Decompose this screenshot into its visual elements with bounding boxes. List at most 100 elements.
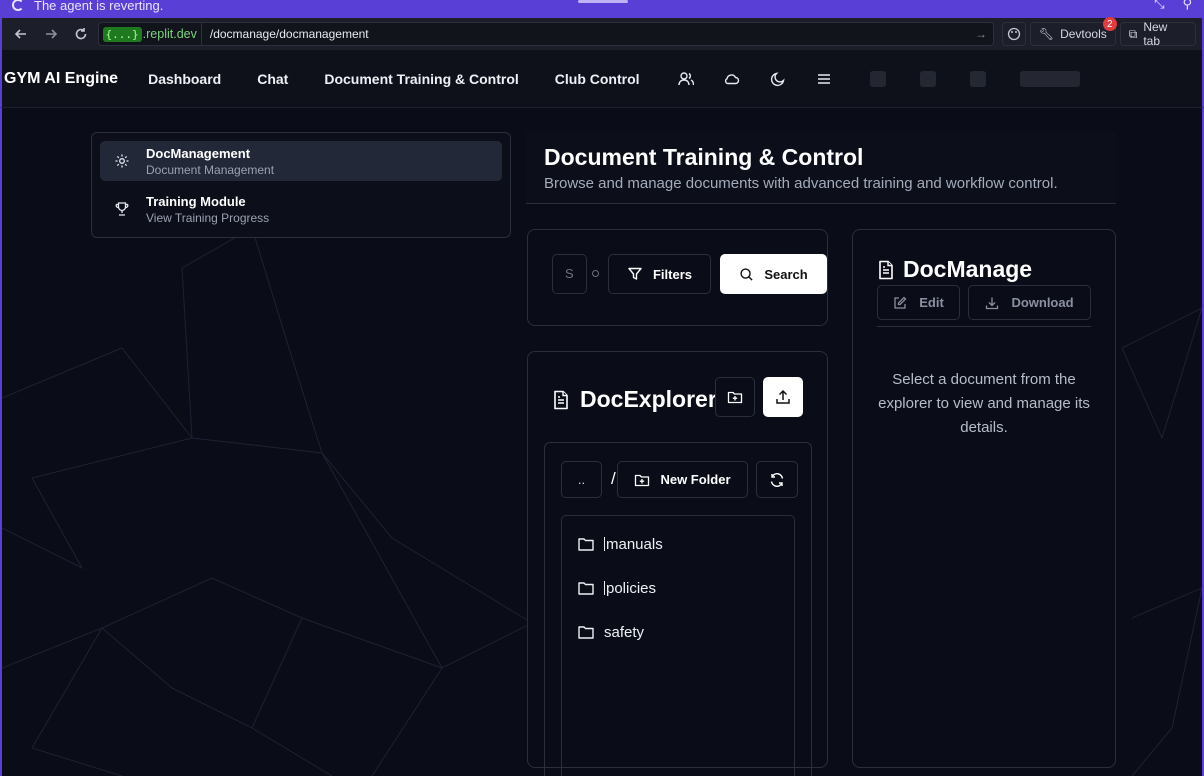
doc-manage-title-text: DocManage (903, 256, 1033, 282)
folder-item-safety[interactable]: safety (562, 610, 794, 654)
url-domain: .replit.dev (142, 27, 197, 41)
url-host: {...} .replit.dev (99, 23, 202, 45)
folder-name: policies (606, 579, 657, 597)
blurred-nav-controls (869, 70, 1080, 87)
file-text-icon (554, 390, 568, 409)
text-cursor (604, 581, 605, 595)
new-tab-label: New tab (1143, 20, 1168, 48)
blurred-icon (869, 70, 886, 87)
nav-dashboard[interactable]: Dashboard (148, 71, 221, 87)
moon-icon[interactable] (768, 69, 788, 89)
filter-icon (628, 267, 642, 280)
arrow-left-icon (14, 29, 26, 39)
nav-document-training[interactable]: Document Training & Control (324, 71, 518, 87)
trophy-icon (114, 201, 130, 217)
collapse-icon[interactable]: ⤡ (1154, 0, 1164, 12)
search-icon (740, 267, 753, 281)
agent-status-text: The agent is reverting. (34, 0, 164, 13)
blurred-pill (1019, 70, 1080, 87)
download-button[interactable]: Download (968, 285, 1091, 320)
download-label: Download (1011, 295, 1074, 310)
gear-icon (114, 153, 130, 169)
drag-handle[interactable] (578, 0, 628, 3)
sidebar-item-docmanagement[interactable]: DocManagement Document Management (100, 141, 502, 181)
nav-chat[interactable]: Chat (257, 71, 288, 87)
doc-manage-card: DocManage Edit Download Select a documen… (852, 229, 1116, 768)
explorer-panel: .. / New Folder manuals policies safety (544, 442, 812, 776)
devtools-label: Devtools (1060, 27, 1107, 41)
sidebar-item-subtitle: View Training Progress (146, 210, 270, 225)
new-folder-icon-button[interactable] (715, 377, 755, 417)
devtools-badge: 2 (1102, 17, 1117, 31)
go-arrow-icon[interactable]: → (975, 27, 987, 41)
empty-state-message: Select a document from the explorer to v… (878, 371, 1090, 436)
browser-toolbar: {...} .replit.dev /docmanage/docmanageme… (0, 17, 1204, 50)
file-text-icon (879, 260, 893, 279)
search-input[interactable]: S (552, 254, 587, 294)
folder-tree: manuals policies safety (561, 515, 795, 776)
divider (877, 326, 1091, 327)
folder-plus-icon (635, 474, 650, 486)
folder-item-manuals[interactable]: manuals (562, 522, 794, 566)
menu-icon[interactable] (814, 69, 834, 89)
folder-name: manuals (606, 535, 663, 553)
page-header: Document Training & Control Browse and m… (526, 132, 1116, 204)
folder-plus-icon (727, 391, 743, 404)
folder-icon (578, 582, 594, 595)
app-navbar: GYM AI Engine Dashboard Chat Document Tr… (0, 50, 1204, 108)
forward-button[interactable] (38, 21, 64, 47)
blurred-icon (969, 70, 986, 87)
nav-club-control[interactable]: Club Control (555, 71, 640, 87)
edit-icon (894, 296, 907, 309)
url-tag: {...} (102, 26, 142, 42)
devtools-button[interactable]: 🔧︎ Devtools 2 (1029, 17, 1117, 46)
search-button[interactable]: Search (720, 254, 827, 294)
sidebar-item-training-module[interactable]: Training Module View Training Progress (100, 189, 502, 229)
external-link-icon: ⧉ (1128, 26, 1138, 41)
download-icon (986, 297, 999, 309)
reload-button[interactable] (68, 21, 94, 47)
folder-item-policies[interactable]: policies (562, 566, 794, 610)
explorer-title: DocExplorer (552, 386, 717, 413)
new-folder-button[interactable]: New Folder (617, 461, 748, 498)
reload-icon (75, 28, 86, 40)
wrench-icon: 🔧︎ (1038, 27, 1055, 41)
brand-logo[interactable]: GYM AI Engine (4, 70, 118, 88)
filters-label: Filters (652, 266, 692, 282)
text-cursor (604, 537, 605, 551)
folder-name: safety (604, 623, 645, 641)
search-label: Search (764, 266, 808, 282)
refresh-button[interactable] (756, 461, 798, 498)
cloud-icon[interactable] (722, 69, 742, 89)
folder-icon (578, 626, 594, 639)
doc-explorer-card: DocExplorer .. / New Folder manuals poli… (527, 351, 828, 776)
sidebar-item-subtitle: Document Management (146, 162, 275, 177)
pin-icon[interactable]: ⚲ (1182, 0, 1192, 12)
url-bar[interactable]: {...} .replit.dev /docmanage/docmanageme… (97, 22, 994, 46)
doc-manage-title: DocManage (877, 256, 1032, 283)
agent-status-banner: The agent is reverting. ⤡ ⚲ (0, 0, 1204, 18)
edit-label: Edit (919, 295, 944, 310)
copy-url-button[interactable] (1001, 22, 1026, 46)
folder-icon (578, 538, 594, 551)
path-separator: / (611, 469, 616, 488)
search-card: S Filters Search (527, 229, 828, 326)
new-tab-button[interactable]: ⧉ New tab (1119, 20, 1197, 48)
sidebar-item-title: DocManagement (146, 145, 251, 161)
edit-button[interactable]: Edit (877, 285, 960, 320)
spinner-icon (12, 0, 24, 11)
upload-button[interactable] (763, 377, 803, 417)
page-title: Document Training & Control (544, 144, 864, 170)
users-icon[interactable] (676, 69, 696, 89)
parent-dir-button[interactable]: .. (561, 461, 602, 498)
arrow-right-icon (45, 29, 57, 39)
parent-dir-label: .. (577, 472, 586, 487)
filters-button[interactable]: Filters (608, 254, 711, 294)
back-button[interactable] (8, 21, 34, 47)
new-folder-label: New Folder (660, 472, 731, 487)
sidebar-item-title: Training Module (146, 193, 246, 209)
page-subtitle: Browse and manage documents with advance… (544, 175, 1058, 192)
bell-icon (919, 70, 936, 87)
refresh-icon (770, 472, 784, 487)
url-path: /docmanage/docmanagement (209, 27, 369, 41)
